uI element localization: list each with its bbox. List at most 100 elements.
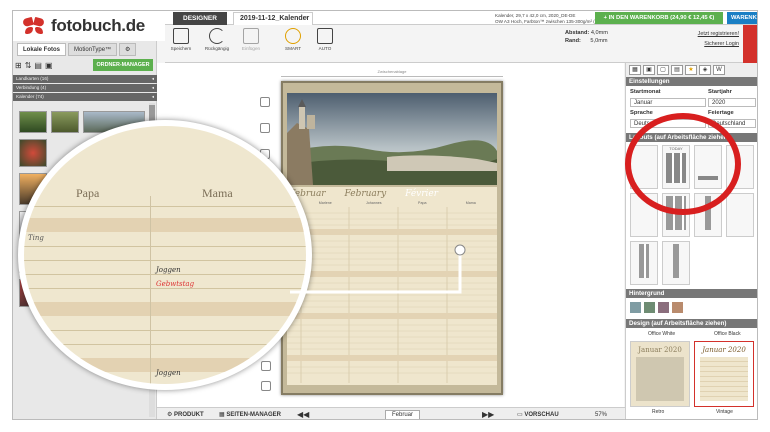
preview-button[interactable]: ▭ VORSCHAU (517, 408, 559, 419)
frame-tab-icon[interactable]: ▢ (657, 65, 669, 75)
mag-line (24, 288, 306, 289)
mag-entry: Joggen (156, 266, 181, 274)
mag-line (24, 206, 306, 207)
register-link[interactable]: Jetzt registrieren! (698, 29, 739, 39)
mag-line (24, 274, 306, 275)
list-view-icon[interactable]: ▤ (34, 61, 42, 70)
chevron-left-icon: ◂ (151, 85, 154, 90)
chevron-left-icon: ◂ (151, 94, 154, 99)
cart-button[interactable]: WARENKORB (727, 12, 757, 24)
logo: fotobuch.de (13, 11, 165, 41)
design-sample-title: Januar 2020 (638, 346, 682, 354)
landscape-photo-icon (287, 93, 497, 185)
image-tool-icon[interactable] (260, 97, 270, 107)
undo-button[interactable]: Rückgängig (203, 28, 231, 51)
text-tab-icon[interactable]: W (713, 65, 725, 75)
background-swatch[interactable] (644, 302, 655, 313)
page-selector[interactable]: Februar (385, 410, 421, 419)
text-tool-icon[interactable] (260, 123, 270, 133)
start-month-label: Startmonat (630, 89, 661, 95)
folder-item[interactable]: Verbindung (4) ◂ (13, 84, 157, 92)
account-links: Jetzt registrieren! Sicherer Login (698, 29, 739, 49)
previous-page-icon[interactable]: ◀◀ (297, 408, 309, 419)
background-swatch[interactable] (672, 302, 683, 313)
auto-label: AUTO (318, 46, 332, 51)
paste-icon (243, 28, 259, 44)
mag-divider (150, 196, 151, 384)
mag-line (24, 246, 306, 247)
auto-button[interactable]: AUTO (311, 28, 339, 51)
paste-button[interactable]: Einfügen (237, 28, 265, 51)
callout-connector (290, 244, 466, 294)
design-name: Office White (648, 331, 676, 337)
save-icon (173, 28, 189, 44)
folder-item[interactable]: Landkarten (16) ◂ (13, 75, 157, 83)
clip-tab-icon[interactable]: ▤ (671, 65, 683, 75)
smart-button[interactable]: SMART (279, 28, 307, 51)
next-page-icon[interactable]: ▶▶ (482, 408, 494, 419)
folder-manager-button[interactable]: ORDNER-MANAGER (93, 59, 153, 71)
tab-designer[interactable]: DESIGNER (173, 12, 227, 25)
design-option-vintage[interactable]: Januar 2020 (694, 341, 754, 407)
tab-motiontype[interactable]: MotionType™ (68, 43, 118, 56)
folder-label: Landkarten (16) (16, 76, 49, 81)
calendar-photo[interactable] (287, 93, 497, 185)
background-swatch[interactable] (658, 302, 669, 313)
photo-thumbnail[interactable] (51, 111, 79, 133)
start-month-select[interactable]: Januar (630, 98, 706, 107)
layers-tab-icon[interactable]: ◈ (699, 65, 711, 75)
bulb-icon (285, 28, 301, 44)
logo-text: fotobuch.de (51, 16, 145, 35)
tab-settings-gear-icon[interactable]: ⚙ (119, 43, 137, 56)
grid-view-icon[interactable]: ⊞ (15, 61, 22, 70)
rand-value[interactable]: 5,0mm (590, 38, 607, 44)
folder-item[interactable]: Kalender (74) ◂ (13, 93, 157, 101)
mag-line (24, 344, 306, 345)
left-tabs: Lokale Fotos MotionType™ ⚙ (17, 43, 137, 56)
thumb-size-icon[interactable]: ▣ (45, 61, 53, 70)
paste-label: Einfügen (241, 46, 261, 51)
right-panel-tabs: ▦ ▣ ▢ ▤ ★ ◈ W (626, 63, 757, 77)
photo-thumbnail[interactable] (19, 139, 47, 167)
save-button[interactable]: Speichern (167, 28, 195, 51)
clipboard-ruler: Zwischenablage (281, 69, 503, 77)
image-tab-icon[interactable]: ▣ (643, 65, 655, 75)
tab-local-photos[interactable]: Lokale Fotos (17, 43, 67, 56)
design-footer: Vintage (716, 409, 733, 415)
close-tab-icon[interactable]: × (304, 13, 308, 25)
design-footer: Retro (652, 409, 665, 415)
user-icon[interactable] (743, 25, 757, 63)
zoom-level[interactable]: 57% (595, 408, 607, 419)
layout-option[interactable] (662, 241, 690, 285)
start-year-select[interactable]: 2020 (708, 98, 756, 107)
undo-icon (209, 28, 225, 44)
folder-label: Kalender (74) (16, 94, 44, 99)
calendar-page[interactable]: Februar February Février Marlene Johanne… (281, 81, 503, 395)
settings-header: Einstellungen (626, 77, 757, 86)
delete-page-icon[interactable] (261, 381, 271, 391)
login-link[interactable]: Sicherer Login (698, 39, 739, 49)
chevron-left-icon: ◂ (151, 76, 154, 81)
sort-icon[interactable]: ⇅ (25, 61, 32, 70)
tab-project-file[interactable]: 2019-11-12_Kalender × (233, 12, 313, 25)
smart-label: SMART (285, 46, 301, 51)
background-swatches (630, 302, 756, 313)
product-button[interactable]: ⚙ PRODUKT (167, 408, 204, 419)
calendar-tab-icon[interactable]: ▦ (629, 65, 641, 75)
layout-option[interactable] (726, 193, 754, 237)
abstand-value[interactable]: 4,0mm (591, 30, 608, 36)
language-label: Sprache (630, 110, 653, 116)
product-label: PRODUKT (174, 412, 204, 418)
page-manager-button[interactable]: ▦ SEITEN-MANAGER (219, 408, 281, 419)
photo-thumbnail[interactable] (19, 111, 47, 133)
background-swatch[interactable] (630, 302, 641, 313)
mag-entry: Gebwtstag (156, 280, 195, 288)
star-tab-icon[interactable]: ★ (685, 65, 697, 75)
add-to-cart-button[interactable]: + IN DEN WARENKORB (24,90 € 12,45 €) (595, 12, 723, 24)
mag-row-band (24, 302, 306, 316)
design-header: Design (auf Arbeitsfläche ziehen) (626, 319, 757, 328)
design-option-retro[interactable]: Januar 2020 (630, 341, 690, 407)
butterfly-logo-icon (22, 16, 45, 36)
layout-option[interactable] (630, 241, 658, 285)
save-label: Speichern (170, 46, 192, 51)
